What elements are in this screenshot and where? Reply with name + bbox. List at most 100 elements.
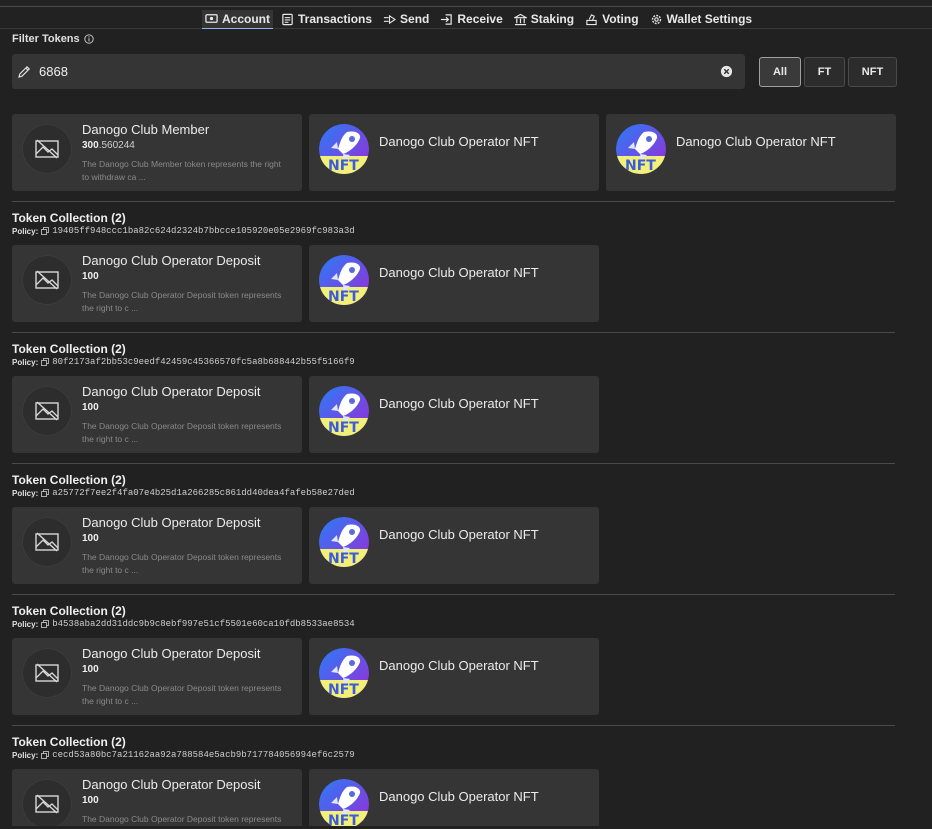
- policy-row: Policy: 19405ff948ccc1ba82c624d2324b7bbcc…: [12, 226, 932, 236]
- tab-voting-label: Voting: [602, 12, 639, 26]
- token-card[interactable]: Danogo Club Operator Deposit 100 The Danog…: [12, 376, 302, 453]
- gear-icon: [651, 14, 661, 24]
- rocket-nft-icon: NFT: [319, 255, 369, 305]
- token-amount: 100: [82, 402, 99, 413]
- token-card[interactable]: Danogo Club Operator Deposit 100 The Danog…: [12, 638, 302, 715]
- filter-ft-button[interactable]: FT: [804, 57, 845, 87]
- nft-name: Danogo Club Operator NFT: [379, 789, 539, 804]
- token-card[interactable]: Danogo Club Operator Deposit 100 The Danog…: [12, 245, 302, 322]
- token-name: Danogo Club Operator Deposit: [82, 777, 261, 792]
- copy-icon[interactable]: [41, 227, 50, 235]
- token-name: Danogo Club Operator Deposit: [82, 384, 261, 399]
- collection-title: Token Collection (2): [12, 735, 126, 749]
- tab-send-label: Send: [400, 12, 430, 26]
- policy-id[interactable]: 19405ff948ccc1ba82c624d2324b7bbcce105920…: [52, 226, 354, 236]
- token-description: The Danogo Club Operator Deposit token r…: [82, 421, 282, 444]
- copy-icon[interactable]: [41, 620, 50, 628]
- svg-text:NFT: NFT: [328, 158, 359, 174]
- bank-icon: [513, 13, 527, 25]
- rocket-nft-icon: NFT: [319, 648, 369, 698]
- filter-tokens-label: Filter Tokens: [12, 33, 94, 45]
- policy-row: Policy: a25772f7ee2f4fa07e4b25d1a266285c8…: [12, 488, 932, 498]
- token-name: Danogo Club Operator Deposit: [82, 515, 261, 530]
- filter-all-button[interactable]: All: [759, 57, 801, 87]
- section-divider: [12, 332, 895, 333]
- nft-name: Danogo Club Operator NFT: [379, 134, 539, 149]
- image-placeholder-icon: [22, 648, 72, 698]
- nft-card[interactable]: NFT Danogo Club Operator NFT: [309, 376, 599, 453]
- nft-card[interactable]: NFT Danogo Club Operator NFT: [309, 769, 599, 826]
- collection-title: Token Collection (2): [12, 473, 126, 487]
- policy-label: Policy:: [12, 357, 39, 367]
- nft-card[interactable]: NFT Danogo Club Operator NFT: [309, 638, 599, 715]
- policy-row: Policy: b4538aba2dd31ddc9b9c8ebf997e51cf5…: [12, 619, 932, 629]
- tab-account-label: Account: [222, 11, 270, 26]
- policy-label: Policy:: [12, 226, 39, 236]
- copy-icon[interactable]: [41, 358, 50, 366]
- token-amount: 100: [82, 795, 99, 806]
- rocket-nft-icon: NFT: [319, 779, 369, 826]
- receive-icon: [441, 13, 453, 25]
- nft-name: Danogo Club Operator NFT: [379, 265, 539, 280]
- policy-row: Policy: cecd53a80bc7a21162aa92a788584e5ac…: [12, 750, 932, 760]
- svg-text:NFT: NFT: [625, 158, 656, 174]
- collection-title: Token Collection (2): [12, 342, 126, 356]
- rocket-nft-icon: NFT: [319, 517, 369, 567]
- policy-label: Policy:: [12, 619, 39, 629]
- collections-container: Token Collection (2) Policy: 19405ff948ccc…: [0, 201, 932, 826]
- tab-receive[interactable]: Receive: [437, 10, 505, 29]
- collection-row: Danogo Club Operator Deposit 100 The Danog…: [12, 376, 932, 453]
- tab-transactions[interactable]: Transactions: [278, 10, 375, 29]
- token-amount-decimal: .560244: [98, 140, 135, 151]
- policy-id[interactable]: 80f2173af2bb53c9eedf42459c45366570fc5a8b…: [52, 357, 354, 367]
- tab-send[interactable]: Send: [380, 10, 432, 29]
- nft-card[interactable]: NFT Danogo Club Operator NFT: [606, 114, 896, 191]
- policy-id[interactable]: a25772f7ee2f4fa07e4b25d1a266285c861dd40d…: [52, 488, 354, 498]
- nft-card[interactable]: NFT Danogo Club Operator NFT: [309, 507, 599, 584]
- nft-name: Danogo Club Operator NFT: [676, 134, 836, 149]
- image-placeholder-icon: [22, 517, 72, 567]
- info-icon[interactable]: [84, 34, 94, 44]
- token-collection: Token Collection (2) Policy: a25772f7ee2f4…: [0, 463, 932, 584]
- token-collection: Token Collection (2) Policy: 19405ff948ccc…: [0, 201, 932, 322]
- collection-row: Danogo Club Operator Deposit 100 The Danog…: [12, 769, 932, 826]
- wallet-icon: [205, 14, 218, 23]
- token-card[interactable]: Danogo Club Operator Deposit 100 The Danog…: [12, 507, 302, 584]
- nft-name: Danogo Club Operator NFT: [379, 527, 539, 542]
- filter-search-input[interactable]: [39, 64, 720, 79]
- tab-account[interactable]: Account: [202, 9, 273, 29]
- svg-text:NFT: NFT: [328, 289, 359, 305]
- section-divider: [12, 463, 895, 464]
- token-amount: 100: [82, 533, 99, 544]
- token-card[interactable]: Danogo Club Member 300.560244 The Danogo…: [12, 114, 302, 191]
- token-collection: Token Collection (2) Policy: 80f2173af2bb5…: [0, 332, 932, 453]
- tab-voting[interactable]: Voting: [582, 10, 641, 29]
- tab-transactions-label: Transactions: [298, 12, 373, 26]
- pencil-icon: [18, 65, 31, 78]
- copy-icon[interactable]: [41, 489, 50, 497]
- tab-wallet-settings-label: Wallet Settings: [666, 12, 753, 26]
- clear-icon[interactable]: [720, 65, 733, 78]
- svg-text:NFT: NFT: [328, 813, 359, 826]
- nft-card[interactable]: NFT Danogo Club Operator NFT: [309, 114, 599, 191]
- token-collection: Token Collection (2) Policy: b4538aba2dd31…: [0, 594, 932, 715]
- token-card[interactable]: Danogo Club Operator Deposit 100 The Danog…: [12, 769, 302, 826]
- token-collection: Token Collection (2) Policy: cecd53a80bc7a…: [0, 725, 932, 826]
- tab-wallet-settings[interactable]: Wallet Settings: [647, 10, 756, 29]
- token-name: Danogo Club Member: [82, 122, 210, 137]
- token-name: Danogo Club Operator Deposit: [82, 253, 261, 268]
- nft-name: Danogo Club Operator NFT: [379, 658, 539, 673]
- tab-receive-label: Receive: [457, 12, 503, 26]
- token-description: The Danogo Club Operator Deposit token r…: [82, 552, 282, 575]
- policy-label: Policy:: [12, 750, 39, 760]
- token-list: Danogo Club Member 300.560244 The Danogo…: [0, 114, 932, 826]
- policy-label: Policy:: [12, 488, 39, 498]
- policy-id[interactable]: b4538aba2dd31ddc9b9c8ebf997e51cf5501e60c…: [52, 619, 354, 629]
- copy-icon[interactable]: [41, 751, 50, 759]
- policy-id[interactable]: cecd53a80bc7a21162aa92a788584e5acb9b7177…: [52, 750, 354, 760]
- tab-staking[interactable]: Staking: [511, 10, 577, 29]
- token-description: The Danogo Club Operator Deposit token r…: [82, 683, 282, 706]
- filter-nft-button[interactable]: NFT: [848, 57, 897, 87]
- section-divider: [12, 594, 895, 595]
- nft-card[interactable]: NFT Danogo Club Operator NFT: [309, 245, 599, 322]
